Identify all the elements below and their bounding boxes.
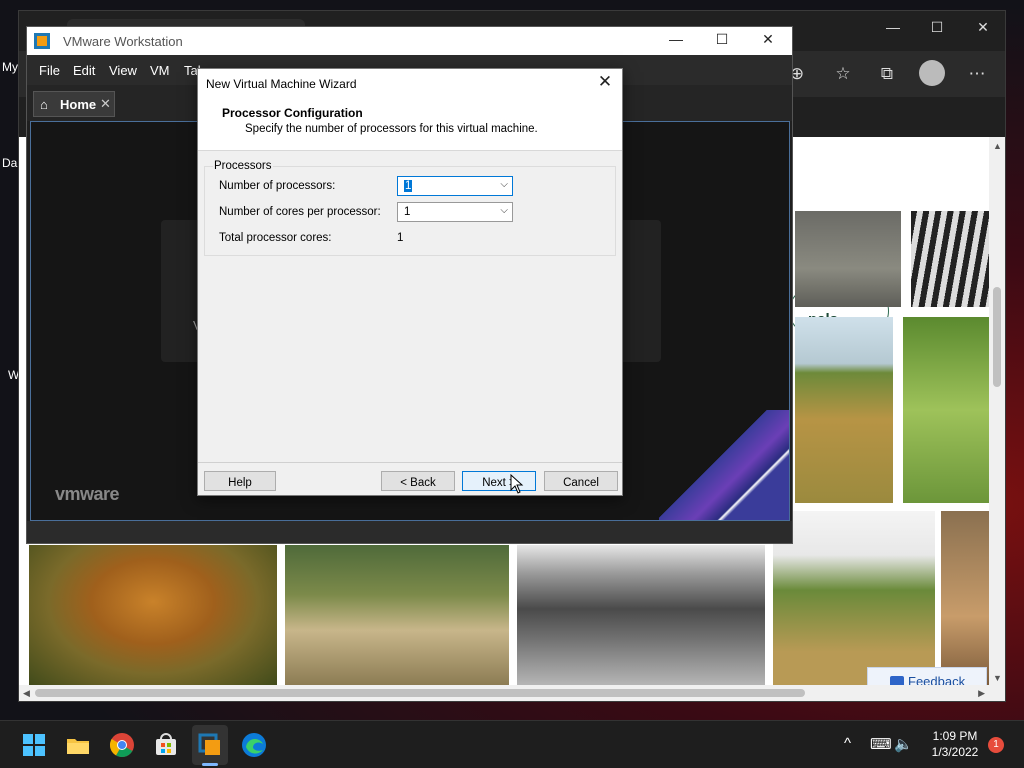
scrollbar-thumb[interactable] — [993, 287, 1001, 387]
active-indicator — [202, 763, 218, 766]
profile-avatar[interactable] — [919, 60, 945, 86]
photo-cheetahs[interactable] — [285, 545, 509, 687]
photo-cheetah-partial[interactable] — [941, 511, 989, 687]
processors-select[interactable]: 1 ⌵ — [397, 176, 513, 196]
minimize-icon[interactable]: — — [661, 31, 691, 51]
chevron-down-icon[interactable]: ⌵ — [500, 205, 508, 216]
scrollbar-thumb[interactable] — [35, 689, 805, 697]
date: 1/3/2022 — [931, 745, 979, 759]
dialog-title: New Virtual Machine Wizard — [206, 77, 357, 91]
next-button[interactable]: Next > — [462, 471, 536, 491]
total-cores-value: 1 — [397, 232, 404, 244]
window-title: VMware Workstation — [63, 34, 183, 49]
page-title: Processor Configuration — [222, 106, 363, 120]
desktop-icon-label[interactable]: My — [2, 60, 18, 74]
network-icon[interactable]: ⌨ — [870, 735, 892, 753]
processors-value: 1 — [404, 180, 413, 192]
scroll-left-icon[interactable]: ◀ — [23, 688, 30, 699]
cores-label: Number of cores per processor: — [219, 206, 381, 218]
footer-divider — [198, 462, 622, 463]
processors-group: Processors Number of processors: 1 ⌵ Num… — [204, 160, 616, 256]
mouse-cursor-icon — [510, 474, 524, 494]
help-button[interactable]: Help — [204, 471, 276, 491]
scroll-up-icon[interactable]: ▲ — [993, 141, 1002, 151]
vmware-brand: vmware — [55, 484, 120, 504]
file-explorer-icon[interactable] — [64, 731, 92, 759]
desktop-icon-label[interactable]: Da — [2, 156, 17, 170]
cancel-button[interactable]: Cancel — [544, 471, 618, 491]
maximize-icon[interactable]: ☐ — [925, 19, 949, 39]
photo-giraffes[interactable] — [795, 317, 893, 503]
dialog-titlebar: New Virtual Machine Wizard ✕ — [198, 69, 622, 97]
page-subtitle: Specify the number of processors for thi… — [245, 123, 538, 135]
horizontal-scrollbar[interactable]: ◀ ▶ — [19, 685, 1005, 701]
photo-lion[interactable] — [29, 545, 277, 687]
total-cores-label: Total processor cores: — [219, 232, 332, 244]
scroll-down-icon[interactable]: ▼ — [993, 673, 1002, 683]
photo-grass[interactable] — [903, 317, 989, 503]
more-menu-icon[interactable]: ⋯ — [965, 62, 989, 86]
chevron-down-icon[interactable]: ⌵ — [500, 179, 508, 190]
tab-home[interactable]: ⌂ Home ✕ — [33, 91, 115, 117]
vmware-logo-icon — [34, 33, 50, 49]
chrome-icon[interactable] — [108, 731, 136, 759]
scroll-right-icon[interactable]: ▶ — [978, 688, 985, 699]
cores-value: 1 — [404, 206, 411, 218]
menu-view[interactable]: View — [109, 63, 137, 78]
cores-select[interactable]: 1 ⌵ — [397, 202, 513, 222]
tab-label: Home — [60, 97, 97, 112]
start-icon[interactable] — [20, 731, 48, 759]
close-icon[interactable]: ✕ — [971, 19, 995, 39]
maximize-icon[interactable]: ☐ — [707, 31, 737, 51]
photo-elephants[interactable] — [517, 545, 765, 687]
group-label: Processors — [213, 160, 273, 172]
processors-label: Number of processors: — [219, 180, 336, 192]
new-vm-wizard-dialog: New Virtual Machine Wizard ✕ Processor C… — [197, 68, 623, 496]
menu-file[interactable]: File — [39, 63, 60, 78]
taskbar: ^ ⌨ 🔈 1:09 PM 1/3/2022 1 — [0, 720, 1024, 768]
close-icon[interactable]: ✕ — [753, 31, 783, 51]
favorites-icon[interactable]: ☆ — [831, 62, 855, 86]
back-button[interactable]: < Back — [381, 471, 455, 491]
home-icon: ⌂ — [40, 97, 48, 112]
menu-vm[interactable]: VM — [150, 63, 170, 78]
volume-icon[interactable]: 🔈 — [894, 735, 913, 753]
notification-badge[interactable]: 1 — [988, 737, 1004, 753]
photo-giraffe-tree[interactable] — [773, 511, 935, 687]
minimize-icon[interactable]: — — [881, 19, 905, 39]
collections-icon[interactable]: ⧉ — [875, 62, 899, 86]
close-tab-icon[interactable]: ✕ — [100, 96, 111, 112]
edge-icon[interactable] — [240, 731, 268, 759]
menu-edit[interactable]: Edit — [73, 63, 95, 78]
time: 1:09 PM — [932, 729, 978, 743]
brand-stripes — [659, 410, 789, 520]
vertical-scrollbar[interactable]: ▲ ▼ — [989, 137, 1005, 687]
close-icon[interactable]: ✕ — [594, 72, 616, 94]
dialog-header: Processor Configuration Specify the numb… — [198, 97, 622, 151]
photo-zebra[interactable] — [911, 211, 989, 307]
vmware-titlebar: VMware Workstation — ☐ ✕ — [27, 27, 792, 55]
vmware-taskbar-icon[interactable] — [196, 731, 224, 759]
status-bar — [27, 521, 792, 543]
clock[interactable]: 1:09 PM 1/3/2022 — [920, 728, 990, 760]
store-icon[interactable] — [152, 731, 180, 759]
photo-wildebeest[interactable] — [795, 211, 901, 307]
chevron-up-icon[interactable]: ^ — [844, 735, 851, 752]
